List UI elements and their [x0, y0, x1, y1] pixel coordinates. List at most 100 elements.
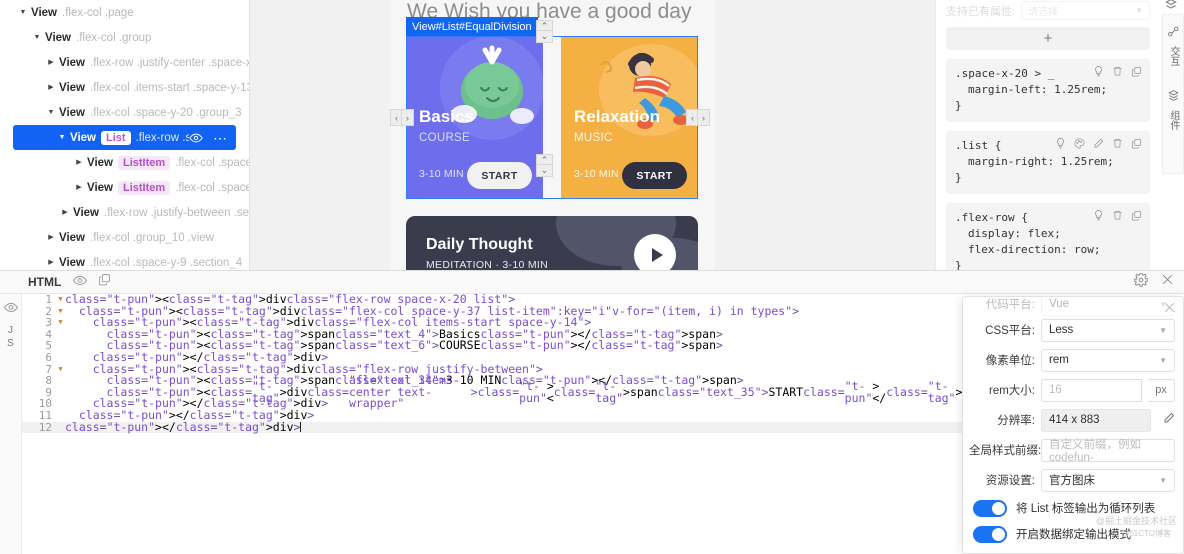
js-tab-label[interactable]: JS: [7, 324, 14, 350]
trash-icon[interactable]: [1112, 65, 1123, 77]
toggle-switch[interactable]: [973, 499, 1007, 517]
tree-caret[interactable]: [74, 159, 84, 166]
rail-item-label: 交互: [1168, 46, 1179, 66]
setting-select[interactable]: Less ▼: [1041, 318, 1175, 342]
tree-caret[interactable]: [46, 234, 56, 241]
music-card-relaxation[interactable]: Relaxation MUSIC 3-10 MIN START: [561, 36, 698, 199]
tree-row[interactable]: View .flex-col .group: [0, 25, 249, 50]
tree-row[interactable]: View ListItem .flex-col .space-y-: [0, 150, 249, 175]
eye-icon[interactable]: [3, 300, 18, 318]
setting-input[interactable]: 16: [1041, 378, 1142, 402]
more-icon[interactable]: ⋯: [213, 131, 228, 145]
tree-caret[interactable]: [74, 184, 84, 191]
fold-toggle[interactable]: ▼: [56, 294, 65, 306]
add-rule-button[interactable]: +: [946, 27, 1150, 50]
fold-toggle[interactable]: ▼: [56, 317, 65, 329]
line-number: 1: [45, 294, 52, 306]
style-rules-panel[interactable]: 支持已有属性: 请选择 ▼ + .space-x-20 > _ margin-le…: [935, 0, 1160, 270]
events-row[interactable]: 支持已有属性: 请选择 ▼: [946, 0, 1150, 20]
setting-input[interactable]: 414 x 883: [1041, 408, 1151, 432]
setting-row: CSS平台: Less ▼: [963, 315, 1183, 345]
tree-row[interactable]: View .flex-row .justify-between .secti: [0, 200, 249, 225]
events-select[interactable]: 请选择 ▼: [1021, 1, 1150, 20]
css-rule[interactable]: .space-x-20 > _ margin-left: 1.25rem;}: [946, 59, 1150, 122]
setting-input[interactable]: 自定义前缀，例如 codefun-: [1041, 438, 1175, 464]
tree-row[interactable]: View .flex-col .space-y-20 .group_3: [0, 100, 249, 125]
component-tree-panel[interactable]: View.flex-col .pageView.flex-col .groupV…: [0, 0, 250, 270]
tree-node-tag: View: [45, 31, 71, 44]
chevron-down-icon: ▼: [1135, 6, 1143, 15]
rail-item-交互[interactable]: 交互: [1167, 25, 1180, 66]
pencil-icon[interactable]: [1093, 138, 1104, 149]
bulb-icon[interactable]: [1093, 65, 1104, 77]
course-card-basics[interactable]: Basics COURSE 3-10 MIN START: [406, 36, 543, 199]
tree-row[interactable]: View .flex-col .page: [0, 0, 249, 25]
toggle-label: 开启数据绑定输出模式: [1016, 529, 1131, 541]
tree-node-tag: View: [73, 206, 99, 219]
card-title: Basics: [419, 107, 474, 126]
resize-handle-right2[interactable]: ›: [697, 109, 710, 126]
play-icon[interactable]: [634, 234, 676, 270]
css-rule[interactable]: .flex-row {display: flex; flex-direction:…: [946, 203, 1150, 270]
css-declaration: display: flex;: [968, 227, 1061, 240]
copy-icon[interactable]: [1131, 210, 1142, 221]
daily-thought-card[interactable]: Daily Thought MEDITATION · 3-10 MIN: [406, 216, 698, 270]
tree-caret[interactable]: [46, 84, 56, 91]
palette-icon[interactable]: [1074, 138, 1085, 149]
eye-icon[interactable]: [73, 273, 88, 291]
tree-caret[interactable]: [18, 9, 28, 16]
resize-handle-bottom2[interactable]: ⌄: [536, 164, 553, 177]
copy-icon[interactable]: [1131, 138, 1142, 149]
close-icon[interactable]: [1161, 273, 1174, 291]
tree-row[interactable]: View .flex-row .justify-center .space-x-9: [0, 50, 249, 75]
card-start-button[interactable]: START: [622, 162, 687, 189]
setting-label: CSS平台:: [985, 325, 1035, 337]
toggle-switch[interactable]: [973, 525, 1007, 543]
trash-icon[interactable]: [1112, 209, 1123, 221]
tree-row[interactable]: View ListItem .flex-col .space-y-: [0, 175, 249, 200]
tree-caret[interactable]: [60, 209, 70, 216]
copy-icon[interactable]: [1131, 66, 1142, 77]
interaction-icon: [1167, 25, 1180, 43]
copy-icon[interactable]: [98, 273, 111, 291]
editor-side-rail[interactable]: JS: [0, 294, 22, 554]
settings-modal[interactable]: 代码平台: Vue ▼ CSS平台: Less ▼ 像素单位: rem ▼ rem大小: 16 px 分…: [962, 296, 1184, 554]
tree-node-badge: List: [101, 130, 131, 145]
tree-row[interactable]: View .flex-col .group_10 .view: [0, 225, 249, 250]
setting-value: Vue: [1049, 298, 1070, 310]
tree-caret[interactable]: [57, 134, 67, 141]
pencil-icon[interactable]: [1163, 411, 1175, 429]
gear-icon[interactable]: [1133, 272, 1149, 292]
tree-caret[interactable]: [46, 109, 56, 116]
setting-select[interactable]: rem ▼: [1041, 348, 1175, 372]
trash-icon[interactable]: [1112, 137, 1123, 149]
tree-caret[interactable]: [32, 34, 42, 41]
card-subtitle: COURSE: [419, 132, 471, 144]
setting-select[interactable]: Vue ▼: [1041, 297, 1175, 316]
resize-handle-top2[interactable]: ⌄: [536, 30, 553, 43]
setting-label: 资源设置:: [985, 475, 1035, 487]
fold-toggle[interactable]: ▼: [56, 364, 65, 376]
css-rule[interactable]: .list {margin-right: 1.25rem;}: [946, 131, 1150, 194]
css-rule-close: }: [955, 171, 962, 184]
setting-select[interactable]: 官方图床 ▼: [1041, 468, 1175, 492]
tree-node-tag: View: [87, 181, 113, 194]
bulb-icon[interactable]: [1055, 137, 1066, 149]
setting-unit: px: [1148, 378, 1175, 402]
fold-toggle[interactable]: ▼: [56, 306, 65, 318]
tree-caret[interactable]: [46, 59, 56, 66]
tree-row-selected[interactable]: View List .flex-row .spac ⋯: [13, 125, 236, 150]
eye-icon[interactable]: [189, 133, 203, 143]
setting-value: Less: [1049, 324, 1074, 336]
bulb-icon[interactable]: [1093, 209, 1104, 221]
rail-item-组件[interactable]: 组件: [1167, 89, 1180, 130]
tree-row[interactable]: View .flex-col .space-y-9 .section_4: [0, 250, 249, 270]
tree-caret[interactable]: [46, 259, 56, 266]
tree-row[interactable]: View .flex-col .items-start .space-y-13 .…: [0, 75, 249, 100]
card-start-button[interactable]: START: [467, 162, 532, 189]
resize-handle-left2[interactable]: ›: [401, 109, 414, 126]
tree-node-tag: View: [31, 6, 57, 19]
css-declaration: margin-right: 1.25rem;: [968, 155, 1114, 168]
design-preview-panel[interactable]: We Wish you have a good day View#List#Eq…: [250, 0, 935, 270]
tree-node-badge: ListItem: [118, 180, 171, 195]
